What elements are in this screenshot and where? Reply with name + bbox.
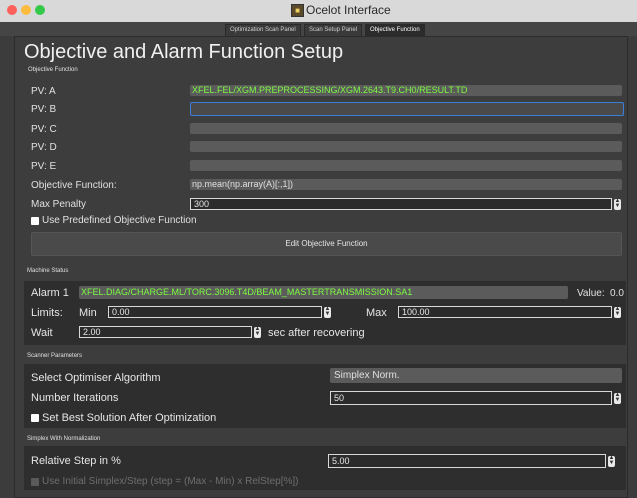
page-title: Objective and Alarm Function Setup (24, 41, 344, 63)
pv-a-input[interactable]: XFEL.FEL/XGM.PREPROCESSING/XGM.2643.T9.C… (190, 85, 622, 96)
minimize-window-button[interactable] (21, 5, 31, 15)
machine-status-section-label: Machine Status (27, 268, 69, 274)
max-penalty-label: Max Penalty (31, 199, 87, 210)
pv-e-input[interactable] (190, 160, 622, 171)
limits-label: Limits: (31, 307, 63, 319)
pv-c-input[interactable] (190, 123, 622, 134)
pv-a-label: PV: A (31, 86, 56, 97)
pv-e-label: PV: E (31, 161, 57, 172)
relative-step-label: Relative Step in % (31, 455, 121, 467)
predefined-objective-checkbox[interactable] (31, 217, 39, 225)
best-solution-label: Set Best Solution After Optimization (42, 412, 217, 424)
simplex-section-label: Simplex With Normalization (27, 436, 101, 442)
pv-b-label: PV: B (31, 104, 57, 115)
limits-min-input[interactable]: 0.00 (108, 306, 322, 318)
limits-max-input[interactable]: 100.00 (398, 306, 612, 318)
relative-step-stepper-icon[interactable]: ▲ ▼ (608, 455, 615, 467)
max-penalty-stepper-icon[interactable]: ▲ ▼ (614, 198, 621, 210)
window-title: Ocelot Interface (306, 3, 391, 17)
alarm-1-pv-input[interactable]: XFEL.DIAG/CHARGE.ML/TORC.3096.T4D/BEAM_M… (79, 286, 568, 299)
initial-simplex-checkbox[interactable] (31, 478, 39, 486)
close-window-button[interactable] (7, 5, 17, 15)
number-iterations-input[interactable]: 50 (330, 391, 612, 405)
optimiser-algorithm-select[interactable]: Simplex Norm. (330, 368, 622, 383)
objective-function-label: Objective Function: (31, 180, 117, 191)
pv-d-input[interactable] (190, 141, 622, 152)
limits-min-stepper-icon[interactable]: ▲ ▼ (324, 306, 331, 318)
pv-b-input[interactable] (190, 102, 624, 116)
alarm-1-label: Alarm 1 (31, 287, 69, 299)
max-penalty-input[interactable]: 300 (190, 198, 612, 210)
predefined-objective-label: Use Predefined Objective Function (42, 215, 197, 226)
limits-max-stepper-icon[interactable]: ▲ ▼ (614, 306, 621, 318)
initial-simplex-label: Use Initial Simplex/Step (step = (Max - … (42, 476, 299, 487)
limits-max-label: Max (366, 307, 387, 319)
wait-input[interactable]: 2.00 (79, 326, 252, 338)
objective-section-label: Objective Function (28, 67, 78, 73)
wait-label: Wait (31, 327, 53, 339)
maximize-window-button[interactable] (35, 5, 45, 15)
limits-min-label: Min (79, 307, 97, 319)
pv-d-label: PV: D (31, 142, 57, 153)
wait-suffix-label: sec after recovering (268, 327, 365, 339)
number-iterations-label: Number Iterations (31, 392, 119, 404)
relative-step-input[interactable]: 5.00 (328, 454, 606, 468)
number-iterations-stepper-icon[interactable]: ▲ ▼ (614, 392, 621, 404)
objective-function-input[interactable]: np.mean(np.array(A)[:,1]) (190, 179, 622, 190)
alarm-value-label: Value: (577, 288, 605, 299)
wait-stepper-icon[interactable]: ▲ ▼ (254, 326, 261, 338)
app-icon: ■ (291, 4, 304, 17)
optimiser-algorithm-label: Select Optimiser Algorithm (31, 372, 161, 384)
scanner-parameters-section-label: Scanner Parameters (27, 353, 83, 359)
pv-c-label: PV: C (31, 124, 57, 135)
edit-objective-function-button[interactable]: Edit Objective Function (31, 232, 622, 256)
alarm-value: 0.0 (610, 288, 624, 299)
best-solution-checkbox[interactable] (31, 414, 39, 422)
